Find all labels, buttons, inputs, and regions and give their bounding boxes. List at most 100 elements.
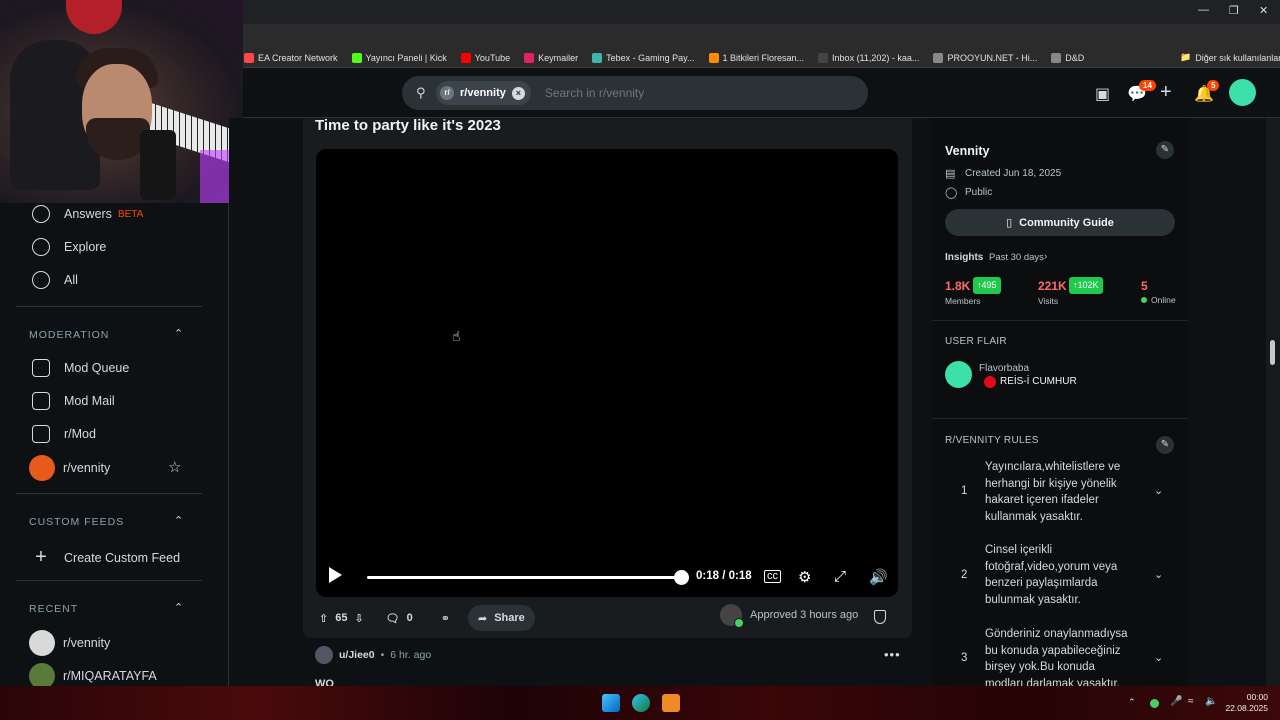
bookmark-item[interactable]: YouTube xyxy=(460,52,510,63)
upvote-icon[interactable]: ⇧ xyxy=(319,612,328,625)
bookmark-icon xyxy=(524,52,535,63)
chevron-down-icon[interactable]: ⌄ xyxy=(1154,568,1163,581)
rule-text[interactable]: Cinsel içerikli fotoğraf,video,yorum vey… xyxy=(985,542,1135,608)
recent-header[interactable]: RECENT xyxy=(29,603,78,615)
chevron-down-icon[interactable]: ⌄ xyxy=(1154,651,1163,664)
app-taskbar-icon[interactable] xyxy=(662,694,680,712)
nav-answers[interactable]: Answers BETA xyxy=(32,205,143,223)
community-guide-button[interactable]: ▯ Community Guide xyxy=(945,209,1175,236)
nav-explore[interactable]: Explore xyxy=(32,238,106,256)
restore-icon[interactable]: ❐ xyxy=(1229,4,1239,17)
bookmark-icon xyxy=(351,52,362,63)
downvote-icon[interactable]: ⇩ xyxy=(354,612,363,625)
system-clock[interactable]: 00:00 22.08.2025 xyxy=(1222,692,1268,714)
chevron-up-icon[interactable]: ⌃ xyxy=(174,327,183,340)
rule-number: 3 xyxy=(961,652,968,664)
edge-browser-icon[interactable] xyxy=(632,694,650,712)
chevron-up-icon[interactable]: ⌃ xyxy=(174,601,183,614)
tray-status-icon[interactable] xyxy=(1150,699,1159,708)
search-bar[interactable]: ⚲ r/ r/vennity × xyxy=(402,76,868,110)
nav-all[interactable]: All xyxy=(32,271,78,289)
edit-pencil-icon[interactable]: ✎ xyxy=(1156,141,1174,159)
favorite-star-icon[interactable]: ☆ xyxy=(168,458,181,476)
edit-pencil-icon[interactable]: ✎ xyxy=(1156,436,1174,454)
webcam-poster xyxy=(66,0,122,34)
scrollbar-thumb[interactable] xyxy=(1270,340,1275,365)
chevron-down-icon[interactable]: ⌄ xyxy=(1154,484,1163,497)
rule-number: 1 xyxy=(961,485,968,497)
search-input[interactable] xyxy=(544,86,845,100)
create-post-icon[interactable]: + xyxy=(1160,81,1172,104)
bookmark-label: EA Creator Network xyxy=(258,52,338,63)
recent-r-miqaratayfa-label: r/MIQARATAYFA xyxy=(63,669,157,683)
subreddit-search-chip[interactable]: r/ r/vennity × xyxy=(436,81,531,105)
bookmark-icon xyxy=(244,52,254,63)
bookmark-item[interactable]: Yayıncı Paneli | Kick xyxy=(351,52,447,63)
volume-icon[interactable]: 🔊 xyxy=(869,568,888,586)
nav-mod-queue[interactable]: Mod Queue xyxy=(32,359,129,377)
flair-text[interactable]: REİS-İ CUMHUR xyxy=(1000,376,1077,387)
settings-gear-icon[interactable]: ⚙ xyxy=(798,568,811,586)
chevron-up-icon[interactable]: ⌃ xyxy=(174,514,183,527)
minimize-icon[interactable]: — xyxy=(1198,4,1209,16)
moderation-header[interactable]: MODERATION xyxy=(29,329,109,341)
bookmark-item[interactable]: Inbox (11,202) - kaa... xyxy=(818,52,919,63)
bookmark-item[interactable]: Tebex - Gaming Pay... xyxy=(592,52,695,63)
nav-r-vennity[interactable]: r/vennity xyxy=(29,455,110,481)
comments-button[interactable]: 🗨 0 xyxy=(376,605,423,631)
rules-header: R/VENNITY RULES xyxy=(945,435,1039,446)
comment-author[interactable]: u/Jiee0 xyxy=(339,649,375,661)
online-label: Online xyxy=(1151,295,1176,305)
community-visibility: Public xyxy=(965,187,993,198)
moderator-avatar xyxy=(720,604,744,628)
other-bookmarks-label: Diğer sık kullanılanlar xyxy=(1195,52,1280,63)
bookmark-item[interactable]: Keymailer xyxy=(524,52,578,63)
post-title[interactable]: Time to party like it's 2023 xyxy=(315,117,501,134)
guide-book-icon: ▯ xyxy=(1006,217,1013,229)
other-bookmarks[interactable]: 📁 Diğer sık kullanılanlar xyxy=(1180,52,1280,63)
speaker-icon[interactable]: 🔈 xyxy=(1205,696,1217,707)
wifi-icon[interactable]: ≈ xyxy=(1188,696,1194,707)
microphone-icon[interactable]: 🎤 xyxy=(1170,696,1182,707)
rule-text[interactable]: Gönderiniz onaylanmadıysa bu konuda yapa… xyxy=(985,626,1135,686)
visits-delta-value: 102K xyxy=(1077,280,1099,290)
approved-label: Approved 3 hours ago xyxy=(750,609,859,621)
award-button[interactable]: ⚭ xyxy=(431,605,460,631)
share-icon: ➦ xyxy=(478,612,488,625)
chevron-right-icon[interactable]: › xyxy=(1044,251,1047,262)
captions-icon[interactable]: cc xyxy=(764,570,781,583)
clear-chip-icon[interactable]: × xyxy=(511,86,525,100)
nav-mod-mail[interactable]: Mod Mail xyxy=(32,392,115,410)
folder-icon: 📁 xyxy=(1180,52,1192,62)
bookmark-item[interactable]: D&D xyxy=(1051,52,1084,63)
turkish-flag-icon xyxy=(984,376,996,388)
video-player[interactable] xyxy=(316,149,898,597)
online-dot-icon xyxy=(1141,297,1147,303)
recent-r-vennity[interactable]: r/vennity xyxy=(29,630,110,656)
commenter-avatar[interactable] xyxy=(315,646,333,664)
mod-shield-icon[interactable] xyxy=(874,610,886,624)
rule-text[interactable]: Yayıncılara,whitelistlere ve herhangi bi… xyxy=(985,459,1135,525)
fullscreen-icon[interactable]: ⤢ xyxy=(834,568,846,585)
create-custom-feed[interactable]: + Create Custom Feed xyxy=(32,546,180,569)
custom-feeds-header[interactable]: CUSTOM FEEDS xyxy=(29,516,124,528)
insights-range[interactable]: Past 30 days xyxy=(989,252,1044,263)
windows-start-icon[interactable] xyxy=(602,694,620,712)
comment-more-icon[interactable]: ••• xyxy=(884,647,901,662)
bookmark-item[interactable]: EA Creator Network xyxy=(244,52,338,63)
page-scrollbar[interactable] xyxy=(1266,118,1280,686)
advertise-icon[interactable]: ▣ xyxy=(1095,84,1110,104)
video-progress-handle[interactable] xyxy=(674,570,689,585)
flair-username: Flavorbaba xyxy=(979,363,1030,374)
close-window-icon[interactable]: ✕ xyxy=(1259,4,1268,17)
user-avatar[interactable] xyxy=(1229,79,1256,106)
bookmark-item[interactable]: 1 Bitkileri Floresan... xyxy=(708,52,804,63)
bookmark-item[interactable]: PROOYUN.NET - Hi... xyxy=(933,52,1037,63)
video-progress-bar[interactable] xyxy=(367,576,681,579)
comment-count: 0 xyxy=(406,612,413,624)
community-name: Vennity xyxy=(945,144,990,158)
share-button[interactable]: ➦ Share xyxy=(468,605,535,631)
tray-chevron-up-icon[interactable]: ⌃ xyxy=(1128,697,1136,708)
nav-r-mod[interactable]: r/Mod xyxy=(32,425,96,443)
play-icon[interactable] xyxy=(329,567,342,583)
